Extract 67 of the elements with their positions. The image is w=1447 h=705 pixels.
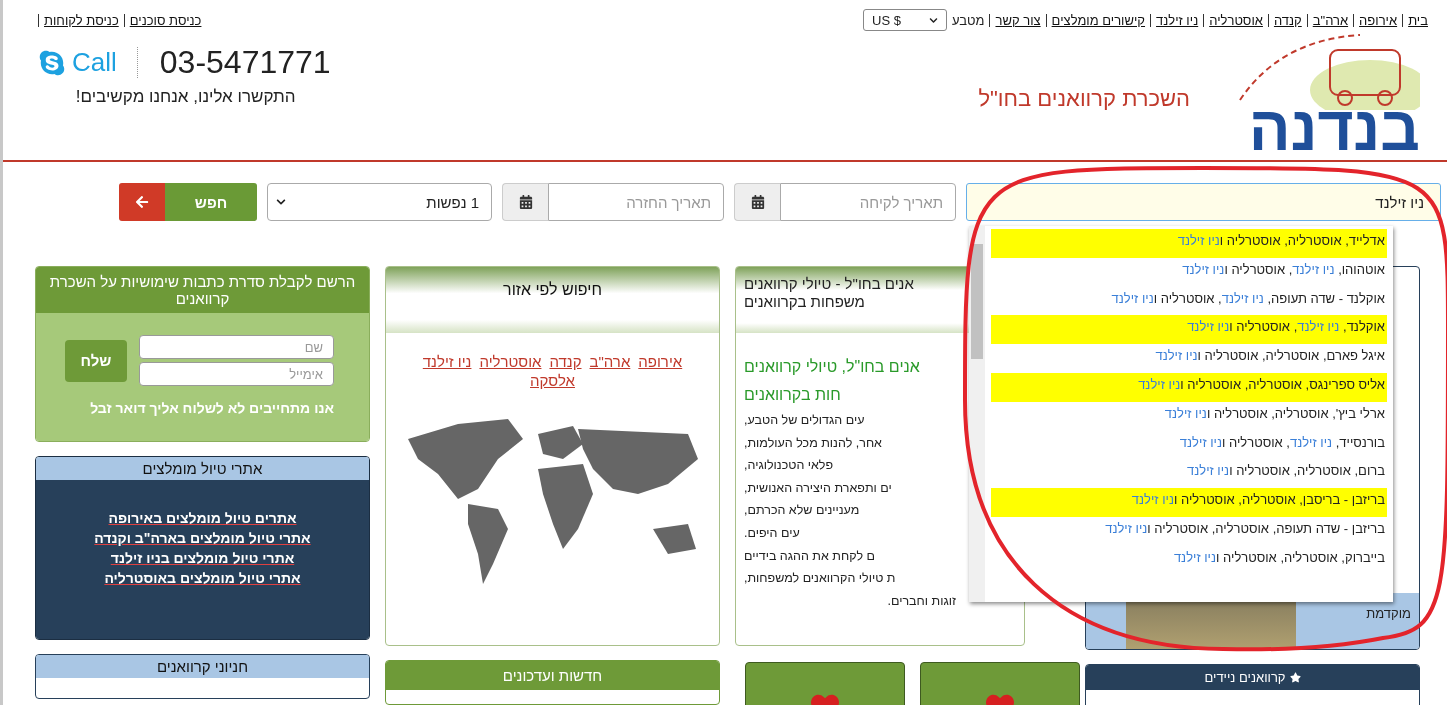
region-link[interactable]: קנדה — [549, 353, 582, 370]
panel-title: משפחות בקרוואנים — [744, 293, 865, 311]
promo-tile[interactable] — [920, 662, 1080, 705]
body-text: ים ותפארת היצירה האנושית, — [744, 479, 892, 497]
nav-link[interactable]: אוסטרליה — [1203, 13, 1268, 27]
calendar-icon[interactable] — [502, 183, 548, 221]
no-spam-note: אנו מתחייבים לא לשלוח אליך דואר זבל — [89, 400, 334, 416]
pickup-date-field[interactable]: תאריך לקיחה — [780, 183, 956, 221]
panel-title: חיפוש לפי אזור — [386, 267, 719, 333]
chevron-down-icon[interactable] — [276, 197, 286, 207]
location-field[interactable]: ניו זילנד — [966, 183, 1441, 221]
dropdown-option[interactable]: בריזבן - בריסבן, אוסטרליה, אוסטרליה וניו זילנד — [991, 488, 1387, 517]
arrow-left-icon[interactable] — [135, 195, 149, 209]
name-field[interactable]: שם — [139, 335, 334, 359]
currency-select[interactable]: US $ — [863, 9, 947, 31]
skype-icon[interactable] — [38, 48, 66, 77]
body-text: מעניינים שלא הכרתם, — [744, 502, 860, 520]
nav-link[interactable]: בית — [1402, 13, 1433, 27]
nav-link[interactable]: קנדה — [1267, 13, 1307, 27]
lead-text: אנים בחו"ל, טיולי קרוואנים — [744, 357, 920, 377]
panel-title: אתרי טיול מומלצים — [36, 457, 369, 480]
dropdown-option[interactable]: אוקלנד, ניו זילנד, אוסטרליה וניו זילנד — [991, 315, 1387, 345]
phone-note: התקשרו אלינו, אנחנו מקשיבים! — [75, 87, 296, 107]
return-date-field[interactable]: תאריך החזרה — [548, 183, 724, 221]
nav-link[interactable]: קישורים מומלצים — [1045, 13, 1151, 27]
nav-link[interactable]: ניו זילנד — [1150, 13, 1204, 27]
body-text: עים היפים. — [744, 524, 800, 542]
body-text: זוגות וחברים. — [887, 592, 956, 610]
region-link[interactable]: אירופה — [638, 353, 683, 370]
recommended-link[interactable]: אתרי טיול מומלצים באוסטרליה — [104, 570, 301, 586]
account-link[interactable]: כניסת לקוחות — [38, 13, 124, 27]
body-text: פלאי הטכנולוגיה, — [744, 457, 834, 475]
nav-link[interactable]: ארה"ב — [1306, 13, 1354, 27]
scrollbar[interactable] — [969, 226, 985, 602]
passengers-select[interactable]: 1 נפשות — [267, 183, 492, 221]
calendar-icon[interactable] — [734, 183, 780, 221]
currency-label: מטבע — [951, 12, 986, 28]
logo[interactable]: בנדנה — [1220, 30, 1420, 160]
recommended-link[interactable]: אתרים טיול מומלצים באירופה — [108, 510, 297, 526]
email-field[interactable]: אימייל — [139, 362, 334, 386]
recommended-link[interactable]: אתרי טיול מומלצים בארה"ב וקנדה — [94, 530, 311, 546]
body-text: עים הגדולים של הטבע, — [744, 412, 865, 429]
region-link[interactable]: ארה"ב — [589, 353, 631, 370]
lead-text: חות בקרוואנים — [744, 385, 841, 405]
dropdown-option[interactable]: אליס ספרינגס, אוסטרליה, אוסטרליה וניו זילנד — [991, 373, 1387, 402]
panel-title: הרשם לקבלת סדרת כתבות שימושיות על השכרת קרוואנים — [36, 267, 369, 313]
region-link[interactable]: אוסטרליה — [479, 353, 542, 370]
phone-number: 03-5471771 — [159, 44, 331, 81]
dropdown-option[interactable]: אדלייד, אוסטרליה, אוסטרליה וניו זילנד — [991, 229, 1387, 258]
body-text: אחר, להנות מכל העולמות, — [744, 434, 882, 452]
panel-title: חניוני קרוואנים — [36, 655, 369, 678]
chevron-down-icon[interactable] — [929, 15, 938, 25]
body-text: ם לקחת את ההגה בידיים — [744, 547, 876, 565]
body-text: ת טיולי הקרוואנים למשפחות, — [744, 570, 896, 588]
panel-header: קרוואנים ניידים — [1086, 665, 1419, 690]
region-link[interactable]: אלסקה — [530, 372, 575, 389]
nav-link[interactable]: צור קשר — [989, 13, 1046, 27]
nav-link[interactable]: אירופה — [1353, 13, 1403, 27]
panel-title: חדשות ועדכונים — [386, 661, 719, 690]
promo-tile[interactable] — [745, 662, 905, 705]
deal-caption: מוקדמת — [1366, 606, 1411, 621]
star-icon — [1289, 672, 1301, 683]
panel-title: אנים בחו"ל - טיולי קרוואנים — [744, 275, 914, 293]
region-link[interactable]: ניו זילנד — [422, 353, 472, 370]
account-link[interactable]: כניסת סוכנים — [123, 13, 207, 27]
recommended-link[interactable]: אתרי טיול מומלצים בניו זילנד — [110, 550, 295, 566]
tagline: השכרת קרוואנים בחו"ל — [978, 86, 1190, 112]
